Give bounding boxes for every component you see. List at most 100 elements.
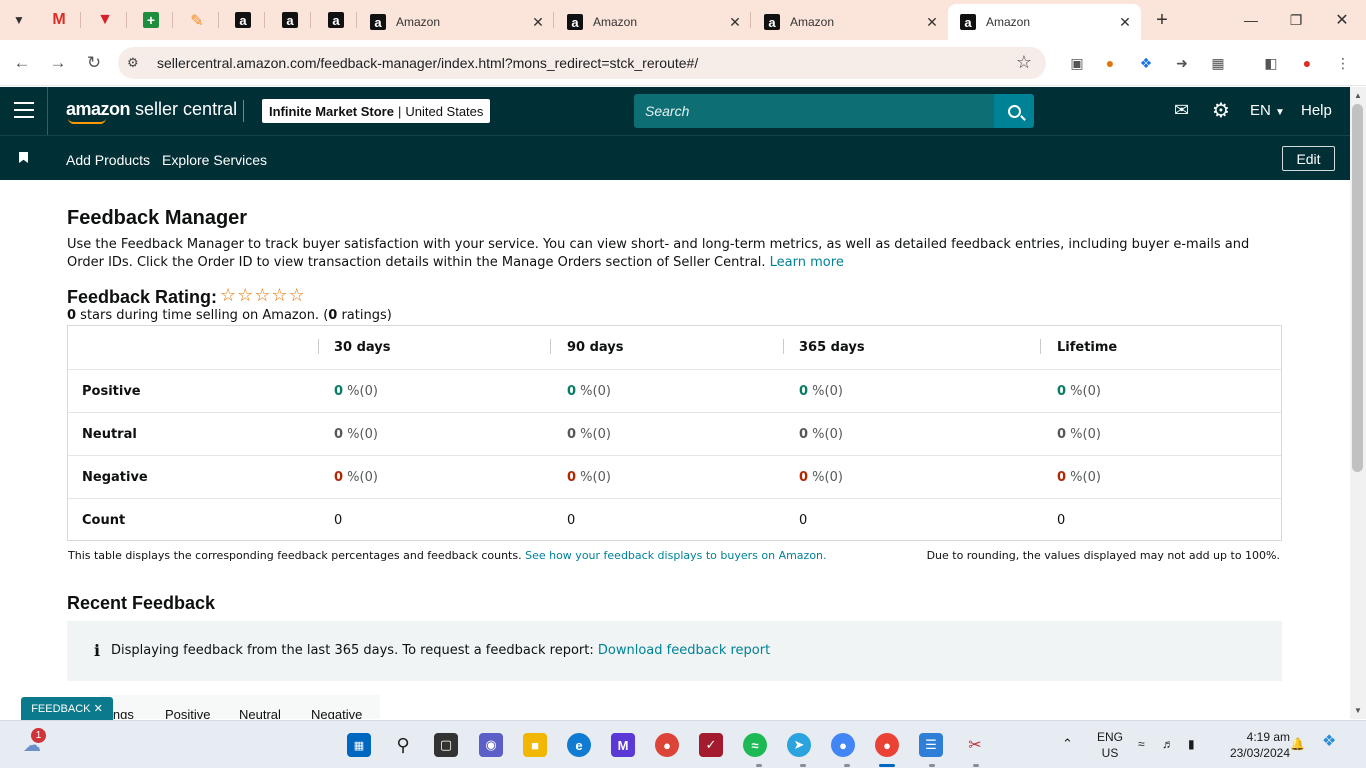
spotify-icon[interactable]: ≈ <box>743 733 767 757</box>
pinned-tab-pen[interactable]: ✎ <box>184 8 210 32</box>
table-row-negative: Negative 0 %(0) 0 %(0) 0 %(0) 0 %(0) <box>68 455 1281 498</box>
restore-button[interactable]: ❐ <box>1274 6 1318 34</box>
pinned-tab-amazon[interactable]: a <box>230 8 256 32</box>
sheets-icon: + <box>143 12 159 28</box>
close-icon[interactable]: ✕ <box>725 14 745 31</box>
close-window-button[interactable]: ✕ <box>1320 6 1364 34</box>
pinned-tab-amazon[interactable]: a <box>277 8 303 32</box>
extensions-puzzle-icon[interactable]: ▦ <box>1207 52 1229 74</box>
battery-icon[interactable]: ▮ <box>1188 736 1195 752</box>
close-icon[interactable]: ✕ <box>528 14 548 31</box>
chrome-icon[interactable]: ● <box>655 733 679 757</box>
language-indicator[interactable]: ENG US <box>1094 729 1126 761</box>
close-icon[interactable]: ✕ <box>1115 14 1135 31</box>
tab-search-icon[interactable]: ▼ <box>6 8 32 32</box>
extension-arrow-icon[interactable]: ➜ <box>1171 52 1193 74</box>
edit-button[interactable]: Edit <box>1282 146 1335 171</box>
forward-button[interactable]: → <box>46 51 70 75</box>
column-header: Lifetime <box>1057 340 1118 355</box>
task-view-icon[interactable]: ▢ <box>434 733 458 757</box>
tab-positive[interactable]: Positive <box>165 707 211 719</box>
search-button[interactable] <box>994 94 1034 128</box>
browser-menu-icon[interactable]: ⋮ <box>1332 52 1354 74</box>
learn-more-link[interactable]: Learn more <box>770 255 844 270</box>
file-explorer-icon[interactable]: ■ <box>523 733 547 757</box>
rounding-note: Due to rounding, the values displayed ma… <box>926 549 1280 562</box>
store-switcher[interactable]: Infinite Market Store | United States <box>262 99 491 123</box>
extension-globe-icon[interactable]: ❖ <box>1135 52 1157 74</box>
chrome-profile-icon[interactable]: ● <box>831 733 855 757</box>
scroll-up-icon[interactable]: ▲ <box>1353 91 1363 101</box>
teams-icon[interactable]: ◉ <box>479 733 503 757</box>
browser-tab[interactable]: a Amazon ✕ <box>555 4 751 40</box>
amazon-icon: a <box>960 14 976 30</box>
search-input[interactable]: Search <box>634 94 994 128</box>
address-bar[interactable]: ⚙ sellercentral.amazon.com/feedback-mana… <box>118 47 1046 79</box>
app-icon[interactable]: ✓ <box>699 733 723 757</box>
telegram-icon[interactable]: ➤ <box>787 733 811 757</box>
bookmark-star-icon[interactable]: ☆ <box>1016 52 1032 73</box>
star-rating: ☆☆☆☆☆ <box>220 285 306 306</box>
close-icon[interactable]: ✕ <box>922 14 942 31</box>
extension-firefox-icon[interactable]: ● <box>1099 52 1121 74</box>
explore-services-link[interactable]: Explore Services <box>162 152 267 168</box>
site-info-icon[interactable]: ⚙ <box>127 55 139 71</box>
extension-off-icon[interactable]: ▣ <box>1066 52 1088 74</box>
bookmark-icon[interactable] <box>19 152 28 163</box>
language-selector[interactable]: EN ▼ <box>1250 102 1285 119</box>
pinned-tab-sheets[interactable]: + <box>138 8 164 32</box>
tab-all-ratings[interactable]: ings <box>110 707 134 719</box>
scrollbar-thumb[interactable] <box>1352 104 1363 472</box>
seller-central-logo[interactable]: amazon seller central <box>66 99 237 120</box>
address-toolbar: ← → ↻ ⚙ sellercentral.amazon.com/feedbac… <box>0 40 1366 86</box>
row-label: Positive <box>82 384 141 399</box>
reload-button[interactable]: ↻ <box>82 51 106 75</box>
help-link[interactable]: Help <box>1301 102 1332 119</box>
minimize-button[interactable]: — <box>1229 6 1273 34</box>
profile-avatar-icon[interactable]: ● <box>1296 52 1318 74</box>
taskbar-indicator-active <box>879 764 895 767</box>
copilot-icon[interactable]: ❖ <box>1322 734 1336 750</box>
table-cell: 0 %(0) <box>567 427 611 442</box>
add-products-link[interactable]: Add Products <box>66 152 150 168</box>
table-cell: 0 <box>799 513 808 528</box>
feedback-display-link[interactable]: See how your feedback displays to buyers… <box>525 549 826 562</box>
url-text[interactable]: sellercentral.amazon.com/feedback-manage… <box>157 55 698 71</box>
tab-separator <box>80 12 81 28</box>
volume-icon[interactable]: ♬ <box>1162 736 1174 752</box>
mail-icon[interactable]: ✉ <box>1174 100 1189 121</box>
header-divider <box>243 100 244 122</box>
table-cell: 0 %(0) <box>567 384 611 399</box>
tab-neutral[interactable]: Neutral <box>239 707 281 719</box>
close-icon[interactable]: ✕ <box>94 702 103 715</box>
notepad-icon[interactable]: ☰ <box>919 733 943 757</box>
pinned-tab-app[interactable]: ▼ <box>92 8 118 32</box>
tray-chevron-icon[interactable]: ⌃ <box>1062 736 1073 752</box>
wifi-icon[interactable]: ≈ <box>1138 736 1145 752</box>
pinned-tab-gmail[interactable]: M <box>46 8 72 32</box>
scroll-down-icon[interactable]: ▼ <box>1353 706 1363 716</box>
new-tab-button[interactable]: + <box>1150 8 1174 32</box>
side-panel-icon[interactable]: ◧ <box>1260 52 1282 74</box>
notification-bell-icon[interactable]: 🔔 <box>1290 736 1305 752</box>
pinned-tab-amazon[interactable]: a <box>323 8 349 32</box>
clock[interactable]: 4:19 am 23/03/2024 <box>1214 729 1290 761</box>
browser-tab[interactable]: a Amazon ✕ <box>752 4 948 40</box>
hamburger-menu-icon[interactable] <box>14 102 34 120</box>
tab-negative[interactable]: Negative <box>311 707 362 719</box>
taskbar-indicator <box>973 764 979 767</box>
app-icon[interactable]: M <box>611 733 635 757</box>
windows-start-icon[interactable]: ▦ <box>347 733 371 757</box>
browser-tab[interactable]: a Amazon ✕ <box>358 4 554 40</box>
snipping-tool-icon[interactable]: ✂ <box>963 733 987 757</box>
star-icon: ☆ <box>254 285 272 305</box>
chrome-active-icon[interactable]: ● <box>875 733 899 757</box>
download-report-link[interactable]: Download feedback report <box>598 643 770 658</box>
gear-icon[interactable]: ⚙ <box>1212 98 1230 123</box>
browser-tab-active[interactable]: a Amazon ✕ <box>948 4 1141 40</box>
back-button[interactable]: ← <box>10 51 34 75</box>
taskbar-search-icon[interactable]: ⚲ <box>391 733 415 757</box>
cell-value: 0 <box>334 427 344 442</box>
edge-icon[interactable]: e <box>567 733 591 757</box>
feedback-widget-button[interactable]: FEEDBACK ✕ <box>21 697 113 720</box>
